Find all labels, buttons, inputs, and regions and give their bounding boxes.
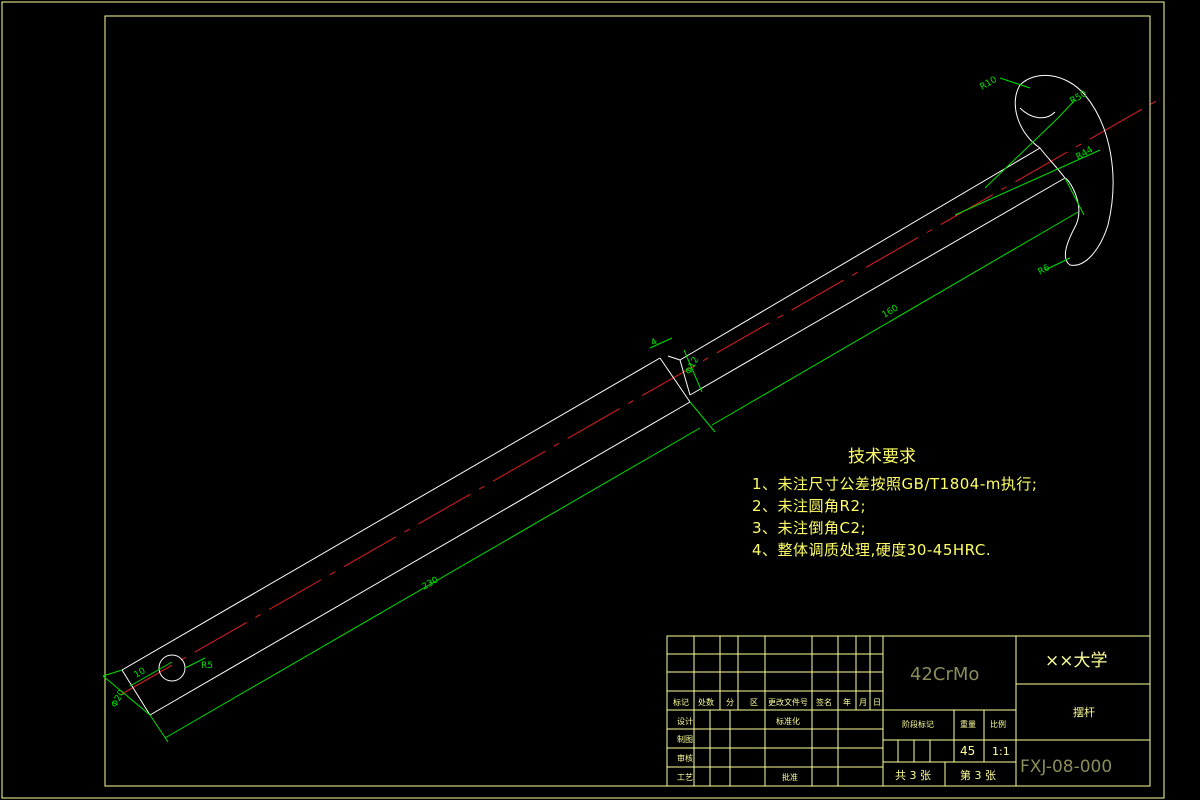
label-mark: 标记 bbox=[673, 697, 689, 707]
dimension-lines bbox=[102, 77, 1101, 743]
scale-value: 1:1 bbox=[992, 745, 1010, 758]
total-sheets: 共 3 张 bbox=[895, 769, 931, 782]
technical-requirements: 技术要求 1、未注尺寸公差按照GB/T1804-m执行; 2、未注圆角R2; 3… bbox=[752, 442, 1052, 561]
label-sign: 签名 bbox=[816, 697, 832, 707]
label-qu: 区 bbox=[750, 698, 758, 707]
drawing-number: FXJ-08-000 bbox=[1020, 757, 1112, 777]
pin-hole bbox=[158, 654, 186, 682]
tech-req-item: 1、未注尺寸公差按照GB/T1804-m执行; bbox=[752, 475, 1038, 493]
dim-r50: R50 bbox=[1069, 89, 1090, 107]
label-month: 月 bbox=[859, 698, 867, 707]
dim-r5: R5 bbox=[201, 661, 213, 671]
label-scale: 比例 bbox=[990, 719, 1006, 729]
drawing-frame bbox=[104, 15, 1151, 787]
school-name: ××大学 bbox=[1045, 651, 1108, 671]
label-weight: 重量 bbox=[960, 719, 976, 729]
dim-10: 10 bbox=[133, 666, 148, 681]
dim-r44: R44 bbox=[1075, 145, 1096, 163]
dim-phi20: Φ20 bbox=[110, 688, 128, 709]
label-craft: 工艺 bbox=[677, 773, 693, 782]
label-fen: 分 bbox=[726, 698, 734, 707]
hook-inner-arc bbox=[1019, 107, 1056, 119]
label-stage-mark: 阶段标记 bbox=[902, 719, 934, 729]
label-review: 审核 bbox=[677, 753, 693, 763]
label-change-doc: 更改文件号 bbox=[768, 697, 808, 707]
cad-drawing-canvas: R10 R50 R44 R6 160 4 Φ12 230 10 R5 Φ20 4… bbox=[1, 1, 1165, 799]
material-name: 42CrMo bbox=[910, 664, 979, 685]
label-design: 设计 bbox=[677, 716, 693, 726]
dim-r10: R10 bbox=[979, 75, 1000, 93]
shaft-right bbox=[667, 147, 1066, 396]
hook-head bbox=[1014, 74, 1114, 266]
dim-r6: R6 bbox=[1037, 263, 1053, 278]
label-standardize: 标准化 bbox=[776, 716, 800, 726]
label-count: 处数 bbox=[698, 697, 714, 707]
label-year: 年 bbox=[843, 697, 851, 707]
dim-4: 4 bbox=[650, 337, 660, 349]
dim-phi12: Φ12 bbox=[684, 355, 702, 376]
label-day: 日 bbox=[873, 698, 881, 707]
weight-value: 45 bbox=[960, 744, 975, 758]
centerline bbox=[119, 99, 1159, 696]
label-approve: 批准 bbox=[782, 772, 798, 782]
tech-req-item: 3、未注倒角C2; bbox=[752, 519, 867, 537]
tech-req-item: 2、未注圆角R2; bbox=[752, 497, 867, 515]
sheet-number: 第 3 张 bbox=[960, 768, 996, 782]
tech-req-title: 技术要求 bbox=[848, 447, 916, 467]
dim-160: 160 bbox=[881, 303, 901, 320]
label-draw: 制图 bbox=[677, 734, 693, 744]
dim-230: 230 bbox=[421, 575, 441, 592]
tech-req-item: 4、整体调质处理,硬度30-45HRC. bbox=[752, 541, 992, 559]
part-name: 摆杆 bbox=[1073, 705, 1095, 719]
sheet-border bbox=[1, 1, 1165, 799]
